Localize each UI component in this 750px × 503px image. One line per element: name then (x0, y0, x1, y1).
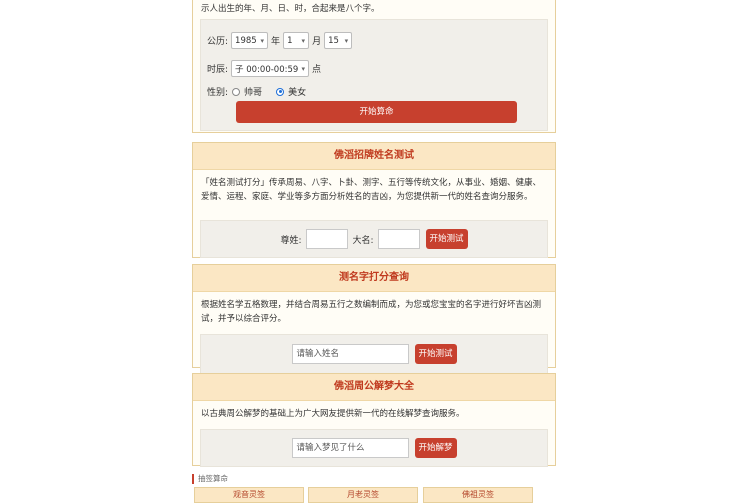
tab-buddha-lottery[interactable]: 佛祖灵签 (423, 487, 533, 503)
chevron-down-icon: ▾ (344, 36, 349, 45)
name-test-title: 佛滔招牌姓名测试 (193, 143, 555, 170)
gongli-label: 公历: (207, 37, 229, 47)
dream-title: 佛滔周公解梦大全 (193, 374, 555, 401)
year-select[interactable]: 1985 ▾ (231, 32, 269, 49)
birth-date-row: 公历: 1985 ▾ 年 1 ▾ 月 15 ▾ (207, 32, 353, 49)
male-radio[interactable] (232, 87, 241, 96)
dream-input[interactable]: 请输入梦见了什么 (291, 438, 409, 458)
name-score-description: 根据姓名学五格数理，并结合周易五行之数编制而成，为您或您宝宝的名字进行好坏吉凶测… (201, 300, 542, 324)
dream-panel: 请输入梦见了什么 开始解梦 (200, 429, 548, 467)
chevron-down-icon: ▾ (301, 64, 306, 73)
bazi-description: 示人出生的年、月、日、时，合起来是八个字。 (201, 4, 380, 14)
name-score-card: 测名字打分查询 根据姓名学五格数理，并结合周易五行之数编制而成，为您或您宝宝的名… (192, 264, 556, 374)
name-score-title: 测名字打分查询 (193, 265, 555, 292)
name-test-card: 佛滔招牌姓名测试 「姓名测试打分」传承周易、八字、卜卦、测字、五行等传统文化，从… (192, 142, 556, 258)
name-test-description: 「姓名测试打分」传承周易、八字、卜卦、测字、五行等传统文化，从事业、婚姻、健康、… (201, 178, 542, 202)
name-input[interactable]: 请输入姓名 (291, 344, 409, 364)
start-name-test-button[interactable]: 开始测试 (425, 229, 468, 249)
time-label: 时辰: (207, 65, 229, 75)
given-name-label: 大名: (352, 235, 374, 246)
tab-yuelao-lottery[interactable]: 月老灵签 (308, 487, 418, 503)
chevron-down-icon: ▾ (260, 36, 265, 45)
start-score-button[interactable]: 开始测试 (414, 344, 457, 364)
tab-guanyin-lottery[interactable]: 观音灵签 (194, 487, 304, 503)
gender-row: 性别: 帅哥 美女 (207, 85, 306, 98)
gender-label: 性别: (207, 88, 229, 98)
start-dream-button[interactable]: 开始解梦 (414, 438, 457, 458)
time-select[interactable]: 子 00:00-00:59 ▾ (231, 60, 310, 77)
surname-label: 尊姓: (280, 235, 302, 246)
birth-time-row: 时辰: 子 00:00-00:59 ▾ 点 (207, 60, 321, 77)
name-test-panel: 尊姓: 大名: 开始测试 (200, 220, 548, 258)
bazi-form-panel: 公历: 1985 ▾ 年 1 ▾ 月 15 ▾ 时辰: 子 00:00-00:59 ▾ … (200, 19, 548, 131)
day-select[interactable]: 15 ▾ (324, 32, 353, 49)
lottery-section-label: 抽签算命 (192, 474, 228, 484)
dream-card: 佛滔周公解梦大全 以古典周公解梦的基础上为广大网友提供新一代的在线解梦查询服务。… (192, 373, 556, 467)
female-radio[interactable] (276, 87, 285, 96)
dream-description: 以古典周公解梦的基础上为广大网友提供新一代的在线解梦查询服务。 (201, 409, 465, 419)
chevron-down-icon: ▾ (301, 36, 306, 45)
start-fortune-button[interactable]: 开始算命 (236, 101, 517, 123)
name-score-panel: 请输入姓名 开始测试 (200, 334, 548, 374)
bazi-card: 示人出生的年、月、日、时，合起来是八个字。 公历: 1985 ▾ 年 1 ▾ 月 1… (192, 0, 556, 133)
surname-input[interactable] (305, 229, 348, 249)
given-name-input[interactable] (377, 229, 420, 249)
month-select[interactable]: 1 ▾ (283, 32, 310, 49)
